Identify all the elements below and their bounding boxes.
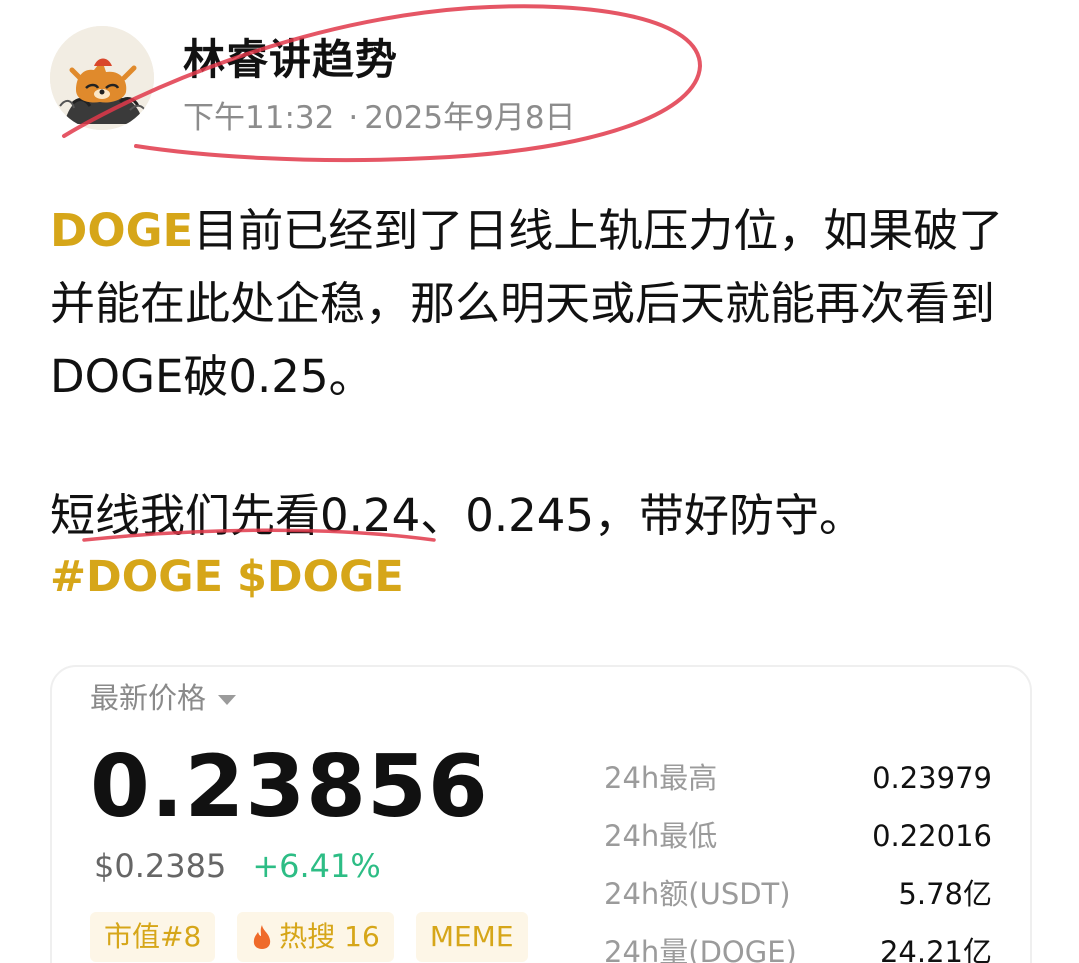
coin-link-doge[interactable]: DOGE bbox=[50, 204, 193, 257]
caret-down-icon bbox=[218, 695, 237, 705]
stat-label: 24h最高 bbox=[604, 761, 718, 795]
post-date: 2025年9月8日 bbox=[364, 100, 576, 136]
stat-value: 0.23979 bbox=[872, 761, 992, 795]
ticker-card[interactable]: 最新价格 0.23856 $0.2385 +6.41% 市值#8 热搜 16 MEME… bbox=[50, 665, 1032, 963]
post-screen: 林睿讲趋势 下午11:32 · 2025年9月8日 DOGE目前已经到了日线上轨压力… bbox=[0, 0, 1079, 963]
stat-label: 24h额(USDT) bbox=[604, 877, 791, 911]
post-paragraph-1-text: 目前已经到了日线上轨压力位，如果破了并能在此处企稳，那么明天或后天就能再次看到D… bbox=[50, 204, 1004, 403]
stat-label: 24h量(DOGE) bbox=[604, 935, 797, 963]
stat-value: 24.21亿 bbox=[879, 935, 992, 963]
author-name[interactable]: 林睿讲趋势 bbox=[183, 26, 398, 87]
post-paragraph-1: DOGE目前已经到了日线上轨压力位，如果破了并能在此处企稳，那么明天或后天就能再… bbox=[50, 194, 1040, 413]
shiba-avatar-icon bbox=[50, 26, 154, 130]
usd-price: $0.2385 bbox=[94, 847, 227, 885]
hot-search-label: 热搜 16 bbox=[279, 920, 380, 953]
cashtag-doge[interactable]: $DOGE bbox=[237, 552, 404, 602]
hashtag-doge[interactable]: #DOGE bbox=[50, 552, 223, 602]
market-cap-tag[interactable]: 市值#8 bbox=[90, 912, 216, 962]
hashtag-row: #DOGE $DOGE bbox=[50, 552, 418, 602]
category-tag[interactable]: MEME bbox=[415, 912, 528, 962]
stat-label: 24h最低 bbox=[604, 819, 718, 853]
post-paragraph-2: 短线我们先看0.24、0.245，带好防守。 bbox=[50, 489, 865, 542]
stat-value: 5.78亿 bbox=[898, 877, 992, 911]
stat-row-volume: 24h量(DOGE) 24.21亿 bbox=[604, 923, 992, 963]
tag-row: 市值#8 热搜 16 MEME bbox=[90, 912, 550, 962]
price-change: +6.41% bbox=[252, 847, 381, 885]
usd-price-row: $0.2385 +6.41% bbox=[94, 847, 381, 885]
last-price: 0.23856 bbox=[90, 737, 489, 837]
price-type-label: 最新价格 bbox=[90, 681, 207, 715]
stat-row-turnover: 24h额(USDT) 5.78亿 bbox=[604, 865, 992, 923]
stat-row-low: 24h最低 0.22016 bbox=[604, 807, 992, 865]
stat-value: 0.22016 bbox=[872, 819, 992, 853]
stat-row-high: 24h最高 0.23979 bbox=[604, 749, 992, 807]
fire-icon bbox=[254, 925, 271, 949]
stats-panel: 24h最高 0.23979 24h最低 0.22016 24h额(USDT) 5… bbox=[604, 749, 992, 963]
post-content: DOGE目前已经到了日线上轨压力位，如果破了并能在此处企稳，那么明天或后天就能再… bbox=[50, 194, 1040, 552]
time-separator: · bbox=[348, 100, 359, 136]
post-timestamp: 下午11:32 · 2025年9月8日 bbox=[183, 92, 576, 137]
price-type-dropdown[interactable]: 最新价格 bbox=[90, 675, 237, 717]
post-time: 下午11:32 bbox=[183, 100, 335, 136]
author-avatar[interactable] bbox=[50, 26, 154, 130]
hot-search-tag[interactable]: 热搜 16 bbox=[237, 912, 394, 962]
